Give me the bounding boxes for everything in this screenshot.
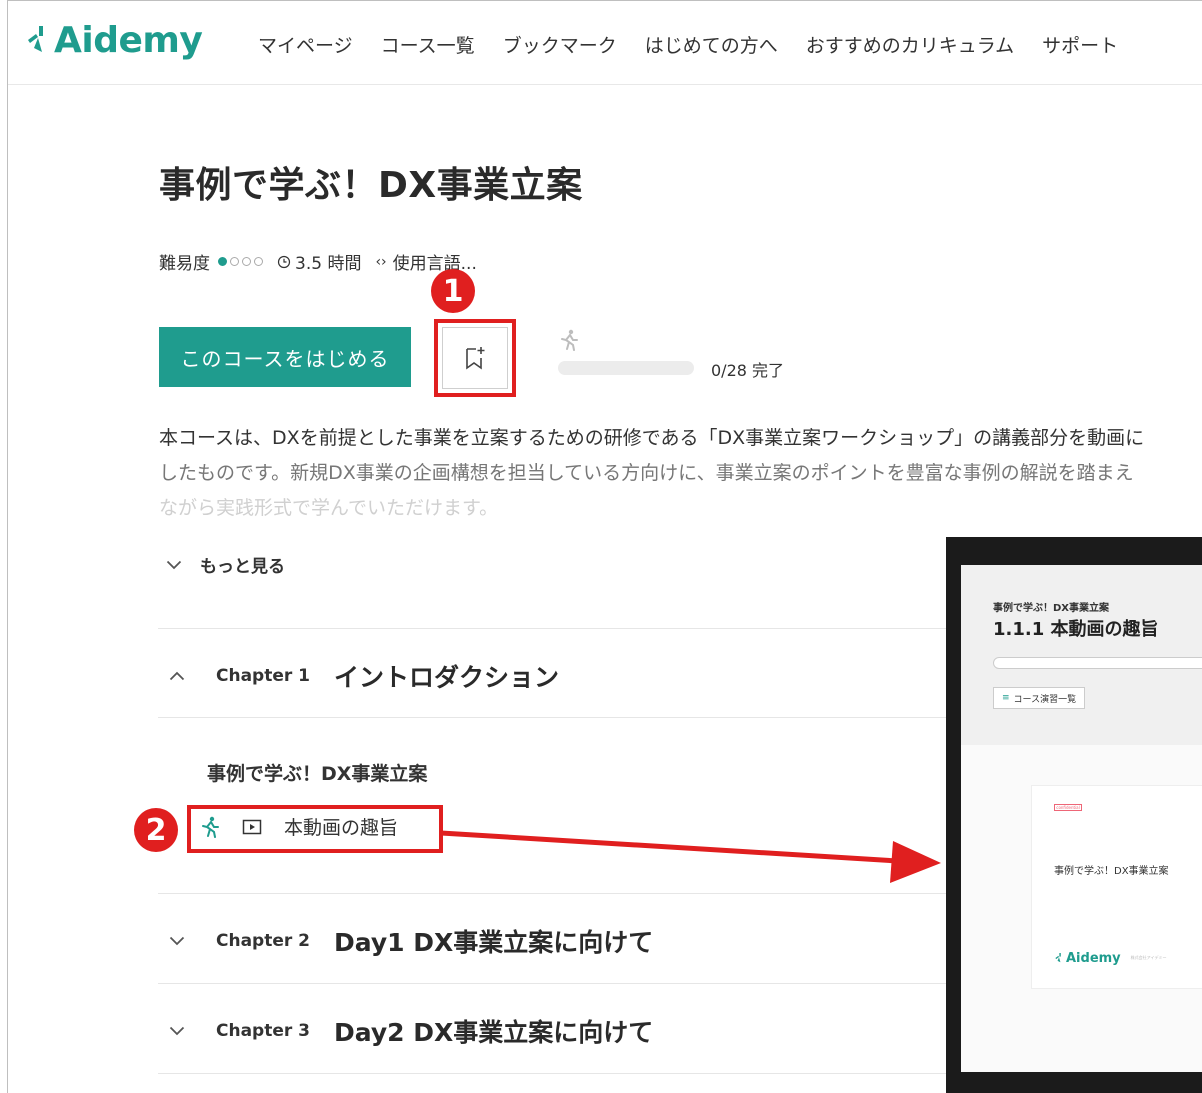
aidemy-logo-icon [1055,953,1061,963]
preview-screen: 事例で学ぶ！DX事業立案 1.1.1 本動画の趣旨 ≡ コース演習一覧 conf… [961,565,1202,1072]
difficulty-label: 難易度 [159,254,210,274]
preview-lesson-title: 1.1.1 本動画の趣旨 [993,619,1159,640]
site-header: Aidemy マイページ コース一覧 ブックマーク はじめての方へ おすすめのカ… [8,1,1202,85]
aidemy-logo-icon [28,26,43,52]
description-line: 本コースは、DXを前提とした事業を立案するための研修である「DX事業立案ワークシ… [159,427,1145,449]
start-course-button[interactable]: このコースをはじめる [159,327,411,387]
slide-title: 事例で学ぶ！DX事業立案 [1054,866,1169,877]
main-nav: マイページ コース一覧 ブックマーク はじめての方へ おすすめのカリキュラム サ… [258,31,1118,58]
annotation-badge-2: 2 [134,808,178,852]
nav-support[interactable]: サポート [1042,31,1118,58]
slide-tag: confidential [1054,804,1082,811]
show-more-label: もっと見る [200,557,285,577]
course-meta: 難易度 3.5 時間 ‹› 使用言語... [159,249,477,275]
slide-logo-text: Aidemy [1066,950,1121,966]
lesson-preview-panel: 事例で学ぶ！DX事業立案 1.1.1 本動画の趣旨 ≡ コース演習一覧 conf… [946,537,1202,1093]
difficulty-dots [218,257,263,266]
nav-courses[interactable]: コース一覧 [381,31,475,58]
chapter-3-header[interactable]: Chapter 3 Day2 DX事業立案に向けて [166,1013,653,1049]
course-progress-bar [558,361,694,375]
preview-list-button[interactable]: ≡ コース演習一覧 [993,687,1086,709]
section-title: 事例で学ぶ！DX事業立案 [207,763,428,785]
divider [158,1073,958,1074]
runner-icon [202,816,219,838]
bookmark-button[interactable] [442,327,508,389]
preview-progress-bar [993,657,1202,669]
chevron-up-icon [166,671,188,681]
annotation-badge-1: 1 [431,269,475,313]
lesson-item[interactable]: 本動画の趣旨 [200,813,398,840]
bookmark-add-icon [466,347,485,370]
chapter-title: イントロダクション [334,663,560,692]
nav-curriculum[interactable]: おすすめのカリキュラム [806,31,1014,58]
description-line: したものです。新規DX事業の企画構想を担当している方向けに、事業立案のポイントを… [159,462,1134,484]
difficulty-dot-empty [242,257,251,266]
chapter-number: Chapter 3 [216,1021,311,1041]
divider [158,717,958,718]
chapter-2-header[interactable]: Chapter 2 Day1 DX事業立案に向けて [166,923,653,959]
duration: 3.5 時間 [277,249,361,274]
progress-text: 0/28 完了 [711,361,785,380]
chapter-title: Day2 DX事業立案に向けて [334,1018,654,1047]
preview-header: 事例で学ぶ！DX事業立案 1.1.1 本動画の趣旨 ≡ コース演習一覧 [961,565,1202,745]
nav-bookmarks[interactable]: ブックマーク [503,31,617,58]
course-title: 事例で学ぶ！DX事業立案 [159,165,583,206]
chevron-down-icon [166,936,188,946]
divider [158,983,958,984]
divider [158,893,958,894]
aidemy-logo[interactable]: Aidemy [24,17,203,63]
chapter-1-header[interactable]: Chapter 1 イントロダクション [166,658,559,694]
clock-icon [277,255,291,268]
preview-list-label: コース演習一覧 [1013,694,1077,705]
description-line: ながら実践形式で学んでいただけます。 [159,497,499,519]
chapter-number: Chapter 2 [216,931,311,951]
runner-icon [559,329,579,356]
code-icon: ‹› [375,253,387,270]
chapter-number: Chapter 1 [216,666,311,686]
course-description: 本コースは、DXを前提とした事業を立案するための研修である「DX事業立案ワークシ… [159,421,1202,526]
nav-beginners[interactable]: はじめての方へ [645,31,778,58]
divider [158,628,958,629]
preview-course-name: 事例で学ぶ！DX事業立案 [993,603,1110,614]
difficulty-dot-empty [254,257,263,266]
duration-text: 3.5 時間 [295,254,362,274]
difficulty-dot-empty [230,257,239,266]
chevron-down-icon [166,560,182,569]
nav-mypage[interactable]: マイページ [258,31,353,58]
lesson-label: 本動画の趣旨 [284,817,399,839]
chapter-title: Day1 DX事業立案に向けて [334,928,654,957]
browser-frame: Aidemy マイページ コース一覧 ブックマーク はじめての方へ おすすめのカ… [7,0,1202,1093]
language-text[interactable]: 使用言語... [393,249,477,274]
slide-company: 株式会社アイデミー [1130,955,1167,960]
difficulty-dot-filled [218,257,227,266]
chevron-down-icon [166,1026,188,1036]
slide-logo: Aidemy 株式会社アイデミー [1054,950,1166,966]
preview-slide[interactable]: confidential 事例で学ぶ！DX事業立案 Aidemy 株式会社アイデ… [1031,785,1202,989]
logo-text: Aidemy [54,19,203,61]
list-icon: ≡ [1002,693,1010,703]
show-more-button[interactable]: もっと見る [166,552,285,577]
video-play-icon [242,819,262,834]
